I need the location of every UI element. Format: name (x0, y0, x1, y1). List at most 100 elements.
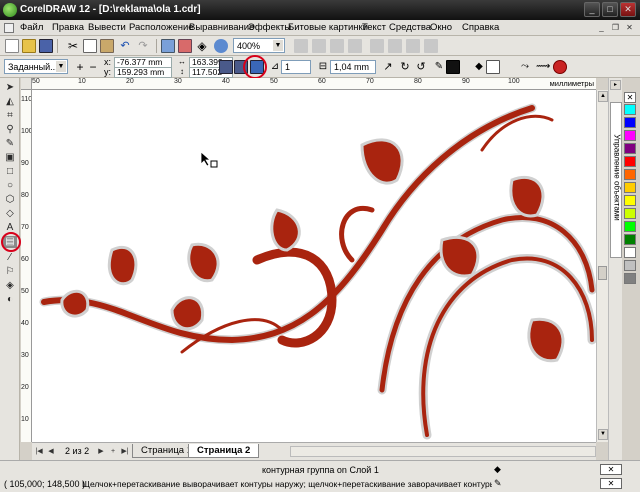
menu-tools[interactable]: Средства (389, 22, 431, 33)
open-folder-icon[interactable] (22, 39, 36, 53)
ruler-origin[interactable] (21, 78, 32, 90)
color-direction-cw-icon[interactable]: ↻ (398, 60, 412, 74)
eyedropper-tool-icon[interactable]: ⁄ (3, 252, 17, 264)
ellipse-tool-icon[interactable]: ○ (3, 180, 17, 192)
palette-swatch[interactable] (624, 273, 636, 284)
dynamic-guides-icon[interactable] (348, 39, 362, 53)
drawing-canvas[interactable] (32, 90, 596, 442)
toolbar-icon[interactable] (406, 39, 420, 53)
scroll-up-icon[interactable]: ▲ (598, 91, 608, 102)
outline-color-swatch[interactable] (446, 60, 460, 74)
preset-select[interactable]: Заданный... ▼ (4, 59, 68, 74)
zoom-tool-icon[interactable]: ⚲ (3, 124, 17, 136)
crop-tool-icon[interactable]: ⌗ (3, 110, 17, 122)
acceleration-icon[interactable]: ⟿ (536, 60, 550, 74)
paste-icon[interactable] (100, 39, 114, 53)
menu-bitmaps[interactable]: Битовые картинки (288, 22, 368, 33)
last-page-icon[interactable]: ▶| (120, 446, 130, 457)
maximize-button[interactable]: □ (602, 2, 618, 17)
contour-steps-field[interactable]: 1 (281, 60, 311, 74)
corel-online-icon[interactable] (214, 39, 228, 53)
palette-swatch[interactable] (624, 143, 636, 154)
palette-swatch[interactable] (624, 169, 636, 180)
scroll-down-icon[interactable]: ▼ (598, 429, 608, 440)
add-page-icon[interactable]: + (108, 446, 118, 457)
doc-minimize-icon[interactable]: _ (596, 23, 607, 33)
palette-swatch[interactable] (624, 208, 636, 219)
shape-tool-icon[interactable]: ◭ (3, 96, 17, 108)
clear-contour-icon[interactable] (553, 60, 567, 74)
color-direction-icon[interactable]: ↗ (381, 60, 395, 74)
palette-swatch[interactable] (624, 156, 636, 167)
smart-fill-tool-icon[interactable]: ▣ (3, 152, 17, 164)
snap-to-objects-icon[interactable] (330, 39, 344, 53)
zoom-level-select[interactable]: 400% ▼ (233, 38, 285, 53)
remove-preset-icon[interactable]: − (86, 60, 100, 74)
doc-restore-icon[interactable]: ❐ (610, 23, 621, 33)
menu-align[interactable]: Выравнивание (189, 22, 254, 33)
pick-tool-icon[interactable]: ➤ (3, 82, 17, 94)
export-icon[interactable] (178, 39, 192, 53)
docker-arrow-icon[interactable]: ▸ (610, 80, 621, 90)
copy-contour-icon[interactable]: ⤳ (518, 60, 532, 74)
vertical-scrollbar[interactable]: ▲ ▼ (596, 90, 608, 442)
to-center-contour-icon[interactable] (219, 60, 233, 74)
menu-window[interactable]: Окно (430, 22, 452, 33)
menu-arrange[interactable]: Расположение (129, 22, 194, 33)
menu-text[interactable]: Текст (362, 22, 386, 33)
fill-tool-icon[interactable]: ◈ (3, 280, 17, 292)
chevron-down-icon[interactable]: ▼ (56, 61, 66, 72)
welcome-icon[interactable] (388, 39, 402, 53)
palette-swatch[interactable] (624, 221, 636, 232)
new-document-icon[interactable] (5, 39, 19, 53)
first-page-icon[interactable]: |◀ (34, 446, 44, 457)
previous-page-icon[interactable]: ◀ (46, 446, 56, 457)
polygon-tool-icon[interactable]: ⬡ (3, 194, 17, 206)
palette-swatch[interactable] (624, 247, 636, 258)
palette-swatch[interactable] (624, 182, 636, 193)
contour-offset-field[interactable]: 1,04 mm (330, 60, 376, 74)
save-icon[interactable] (39, 39, 53, 53)
basic-shapes-tool-icon[interactable]: ◇ (3, 208, 17, 220)
floral-ornament-artwork[interactable] (32, 90, 596, 442)
next-page-icon[interactable]: ▶ (96, 446, 106, 457)
palette-swatch[interactable] (624, 117, 636, 128)
vertical-scroll-thumb[interactable] (598, 266, 607, 280)
add-preset-icon[interactable]: + (73, 60, 87, 74)
doc-close-icon[interactable]: ✕ (624, 23, 635, 33)
import-icon[interactable] (161, 39, 175, 53)
toolbar-icon[interactable] (424, 39, 438, 53)
menu-help[interactable]: Справка (462, 22, 499, 33)
menu-export[interactable]: Вывести (88, 22, 126, 33)
document-icon[interactable] (4, 23, 14, 33)
copy-icon[interactable] (83, 39, 97, 53)
snap-to-grid-icon[interactable] (294, 39, 308, 53)
rectangle-tool-icon[interactable]: □ (3, 166, 17, 178)
tab-page-2[interactable]: Страница 2 (188, 444, 260, 458)
object-manager-tab[interactable]: Управление объектами (610, 102, 622, 258)
options-icon[interactable] (370, 39, 384, 53)
fill-color-swatch[interactable] (486, 60, 500, 74)
outline-tool-icon[interactable]: ⚐ (3, 266, 17, 278)
freehand-tool-icon[interactable]: ✎ (3, 138, 17, 150)
redo-icon[interactable]: ↷ (136, 39, 150, 53)
color-direction-ccw-icon[interactable]: ↺ (414, 60, 428, 74)
close-button[interactable]: ✕ (620, 2, 636, 17)
snap-to-guidelines-icon[interactable] (312, 39, 326, 53)
application-launcher-icon[interactable]: ◈ (195, 39, 209, 53)
palette-swatch[interactable] (624, 130, 636, 141)
menu-file[interactable]: Файл (20, 22, 43, 33)
palette-swatch[interactable] (624, 104, 636, 115)
coreldraw-app-icon[interactable] (3, 3, 17, 17)
y-position-field[interactable]: 159.293 mm (114, 67, 172, 78)
palette-swatch[interactable] (624, 260, 636, 271)
no-color-swatch[interactable]: ✕ (624, 92, 636, 103)
chevron-down-icon[interactable]: ▼ (273, 40, 283, 51)
undo-icon[interactable]: ↶ (118, 39, 132, 53)
menu-edit[interactable]: Правка (52, 22, 84, 33)
palette-swatch[interactable] (624, 195, 636, 206)
minimize-button[interactable]: _ (584, 2, 600, 17)
menu-effects[interactable]: Эффекты (248, 22, 291, 33)
palette-swatch[interactable] (624, 234, 636, 245)
interactive-fill-tool-icon[interactable]: ◐ (3, 294, 17, 306)
